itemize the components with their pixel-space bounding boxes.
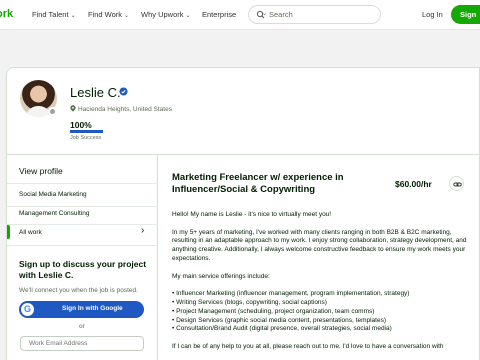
or-separator: or (79, 323, 85, 330)
verified-badge-icon (119, 87, 128, 96)
job-success-score: 100% (70, 120, 92, 130)
job-success-label: Job Success (70, 135, 102, 141)
profile-card: Leslie C. Hacienda Heights, United State… (6, 67, 480, 360)
overview-line: • Consultation/Brand Audit (digital pres… (172, 325, 392, 333)
location: Hacienda Heights, United States (70, 105, 172, 113)
divider (7, 206, 158, 207)
sidebar: View profile Social Media Marketing Mana… (7, 155, 158, 360)
nav-enterprise[interactable]: Enterprise (202, 10, 236, 19)
overview-line: • Influencer Marketing (influencer manag… (172, 290, 410, 298)
overview-line: • Project Management (scheduling, projec… (172, 307, 375, 315)
divider (7, 183, 158, 184)
status-dot (48, 107, 57, 116)
share-button[interactable] (449, 176, 464, 191)
chevron-down-icon: ⌄ (70, 13, 76, 19)
chevron-down-icon: ⌄ (185, 13, 191, 19)
overview-line: If I can be of any help to you at all, p… (172, 342, 444, 350)
overview-line: My main service offerings include: (172, 272, 270, 280)
nav-find-talent[interactable]: Find Talent ⌄ (32, 10, 76, 19)
link-icon (453, 182, 462, 187)
email-field[interactable] (20, 336, 144, 351)
search-input[interactable]: Search (269, 10, 293, 19)
overview-line: In my 5+ years of marketing, I've worked… (172, 228, 467, 262)
google-signin-button[interactable]: G Sign In with Google (19, 301, 144, 318)
overview-line: • Design Services (graphic social media … (172, 316, 386, 324)
profile-title: Marketing Freelancer w/ experience in In… (172, 172, 344, 195)
google-signin-label: Sign In with Google (62, 305, 123, 312)
sidebar-item-all-work[interactable]: All work (19, 229, 42, 236)
freelancer-name: Leslie C. (70, 85, 121, 100)
top-nav: ork Find Talent⌄ Find Work⌄ Why Upwork⌄ … (0, 0, 480, 30)
google-icon: G (21, 303, 34, 316)
job-success-bar (70, 130, 103, 133)
chevron-down-icon: ⌄ (124, 13, 130, 19)
profile-overview: Hello! My name is Leslie - it's nice to … (172, 211, 468, 352)
divider (7, 224, 158, 225)
sidebar-item-management-consulting[interactable]: Management Consulting (19, 210, 89, 217)
divider (7, 245, 158, 246)
signup-heading: Sign up to discuss your project with Les… (19, 259, 147, 280)
sidebar-item-social-media-marketing[interactable]: Social Media Marketing (19, 191, 87, 198)
search-bar[interactable]: ⌄ Search (248, 5, 381, 24)
upwork-logo[interactable]: ork (0, 8, 13, 20)
chevron-right-icon[interactable]: › (141, 225, 144, 236)
view-profile-heading: View profile (19, 166, 63, 176)
nav-why-upwork[interactable]: Why Upwork ⌄ (141, 10, 191, 19)
nav-find-work[interactable]: Find Work ⌄ (88, 10, 129, 19)
overview-line: Hello! My name is Leslie - it's nice to … (172, 211, 332, 218)
overview-line: • Writing Services (blogs, copywriting, … (172, 298, 327, 306)
profile-header: Leslie C. Hacienda Heights, United State… (7, 68, 479, 155)
chevron-down-icon[interactable]: ⌄ (262, 10, 267, 17)
location-pin-icon (70, 105, 76, 112)
main-content: Marketing Freelancer w/ experience in In… (159, 155, 479, 360)
active-indicator (7, 225, 10, 239)
signup-button[interactable]: Sign (451, 5, 480, 24)
job-success-bar-fill (70, 130, 103, 133)
signup-subtext: We'll connect you when the job is posted… (19, 287, 138, 294)
login-link[interactable]: Log In (422, 10, 443, 19)
hourly-rate: $60.00/hr (395, 179, 432, 189)
